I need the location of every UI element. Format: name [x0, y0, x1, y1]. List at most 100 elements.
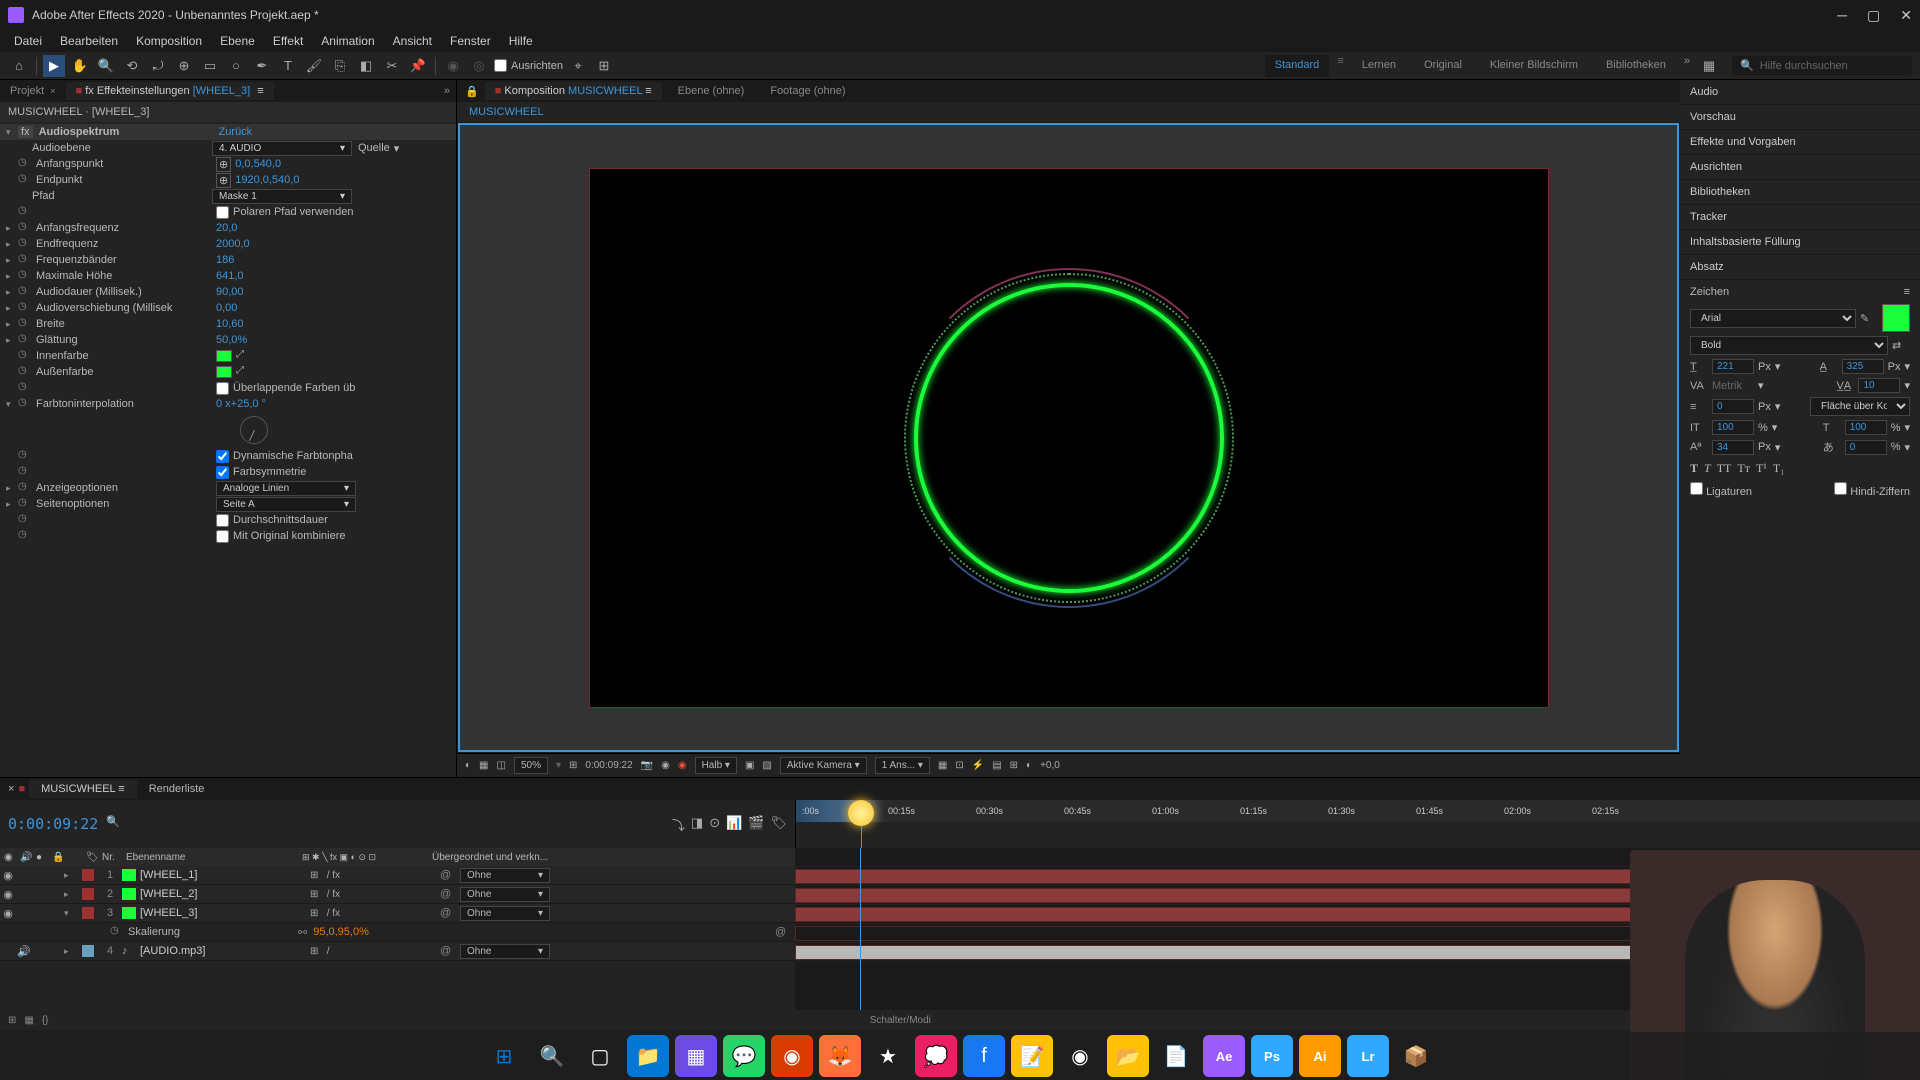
italic-button[interactable]: T: [1704, 461, 1711, 476]
pickwhip-icon[interactable]: @: [440, 888, 460, 900]
orbit-tool-icon[interactable]: ⟲: [121, 55, 143, 77]
zoom-tool-icon[interactable]: 🔍: [95, 55, 117, 77]
firefox-icon[interactable]: 🦊: [819, 1035, 861, 1077]
close-button[interactable]: ✕: [1900, 7, 1912, 24]
menu-datei[interactable]: Datei: [6, 32, 50, 50]
renderlist-tab[interactable]: Renderliste: [137, 780, 217, 798]
toggle-switches-icon[interactable]: ⊞: [8, 1015, 16, 1026]
timeline-search-icon[interactable]: 🔍: [106, 815, 124, 833]
stopwatch-icon[interactable]: ◷: [18, 205, 32, 219]
share-icon[interactable]: ▦: [938, 760, 947, 771]
menu-hilfe[interactable]: Hilfe: [501, 32, 541, 50]
stopwatch-icon[interactable]: ◷: [18, 253, 32, 267]
timeline-ruler[interactable]: :00s 00:15s 00:30s 00:45s 01:00s 01:15s …: [796, 800, 1920, 822]
show-snapshot-icon[interactable]: ◉: [661, 760, 670, 771]
width-value[interactable]: 10,60: [216, 318, 244, 330]
parent-dropdown[interactable]: Ohne▾: [460, 868, 550, 883]
aftereffects-icon[interactable]: Ae: [1203, 1035, 1245, 1077]
maximize-button[interactable]: ▢: [1867, 7, 1880, 24]
stopwatch-icon[interactable]: ◷: [18, 221, 32, 235]
folder-icon[interactable]: 📂: [1107, 1035, 1149, 1077]
preview-timecode[interactable]: 0:00:09:22: [585, 760, 632, 771]
pickwhip-icon[interactable]: @: [440, 907, 460, 919]
stopwatch-icon[interactable]: ◷: [18, 285, 32, 299]
app-icon[interactable]: 📦: [1395, 1035, 1437, 1077]
twirl-icon[interactable]: ▸: [6, 499, 18, 510]
workspace-biblio[interactable]: Bibliotheken: [1596, 55, 1676, 77]
obs-icon[interactable]: ◉: [1059, 1035, 1101, 1077]
clone-tool-icon[interactable]: ⎘: [329, 55, 351, 77]
menu-effekt[interactable]: Effekt: [265, 32, 311, 50]
stopwatch-icon[interactable]: ◷: [18, 333, 32, 347]
kerning-mode-dropdown[interactable]: Metrik: [1712, 380, 1754, 392]
twirl-icon[interactable]: ▸: [64, 889, 78, 900]
stopwatch-icon[interactable]: ◷: [18, 237, 32, 251]
scale-property-row[interactable]: ◷ Skalierung ⚯ 95,0,95,0% @: [0, 923, 795, 942]
workspace-menu-icon[interactable]: ▦: [1698, 55, 1720, 77]
menu-fenster[interactable]: Fenster: [442, 32, 499, 50]
scale-value[interactable]: 95,0,95,0%: [313, 926, 369, 938]
eyedropper-icon[interactable]: ⤢: [236, 365, 250, 379]
tl-lock-icon[interactable]: ×: [8, 783, 14, 795]
menu-animation[interactable]: Animation: [313, 32, 382, 50]
eyedropper-icon[interactable]: ✎: [1860, 312, 1878, 325]
twirl-icon[interactable]: ▸: [6, 223, 18, 234]
reset-link[interactable]: Zurück: [219, 126, 253, 138]
stopwatch-icon[interactable]: ◷: [110, 925, 124, 939]
link-icon[interactable]: ⚯: [298, 926, 307, 939]
crosshair-icon[interactable]: ⊕: [216, 173, 231, 188]
brush-tool-icon[interactable]: 🖌: [303, 55, 325, 77]
photoshop-icon[interactable]: Ps: [1251, 1035, 1293, 1077]
rotate-tool-icon[interactable]: ⤾: [147, 55, 169, 77]
bold-button[interactable]: T: [1690, 461, 1698, 476]
twirl-icon[interactable]: ▾: [6, 399, 18, 410]
resolution-dropdown[interactable]: Halb ▾: [695, 757, 737, 774]
switches-modes-label[interactable]: Schalter/Modi: [870, 1015, 931, 1026]
timeline-comp-tab[interactable]: MUSICWHEEL ≡: [29, 780, 137, 798]
workspace-standard[interactable]: Standard: [1265, 55, 1330, 77]
leading-input[interactable]: [1842, 359, 1884, 374]
composition-viewer[interactable]: [458, 123, 1679, 752]
app-icon[interactable]: ★: [867, 1035, 909, 1077]
path-dropdown[interactable]: Maske 1▾: [212, 189, 352, 204]
polar-path-checkbox[interactable]: [216, 206, 229, 219]
panel-bibliotheken[interactable]: Bibliotheken: [1680, 180, 1920, 205]
panel-inhalt[interactable]: Inhaltsbasierte Füllung: [1680, 230, 1920, 255]
audio-toggle[interactable]: 🔊: [16, 945, 32, 958]
stopwatch-icon[interactable]: ◷: [18, 497, 32, 511]
superscript-button[interactable]: T¹: [1756, 461, 1767, 476]
tl-frameblend-icon[interactable]: ◨: [691, 815, 703, 834]
panel-absatz[interactable]: Absatz: [1680, 255, 1920, 280]
comp-canvas[interactable]: [589, 168, 1549, 708]
workspace-original[interactable]: Original: [1414, 55, 1472, 77]
swap-color-icon[interactable]: ⇄: [1892, 339, 1910, 352]
twirl-icon[interactable]: ▸: [64, 946, 78, 957]
colorsym-checkbox[interactable]: [216, 466, 229, 479]
subscript-button[interactable]: T₁: [1773, 461, 1785, 476]
twirl-icon[interactable]: ▸: [64, 870, 78, 881]
hand-tool-icon[interactable]: ✋: [69, 55, 91, 77]
tl-marker-icon[interactable]: 🏷: [770, 815, 787, 834]
twirl-icon[interactable]: ▸: [6, 271, 18, 282]
menu-ebene[interactable]: Ebene: [212, 32, 263, 50]
search-icon[interactable]: 🔍: [531, 1035, 573, 1077]
toggle-modes-icon[interactable]: ▦: [24, 1015, 33, 1026]
stopwatch-icon[interactable]: ◷: [18, 381, 32, 395]
align-checkbox[interactable]: Ausrichten: [494, 59, 563, 72]
layer-row-1[interactable]: ◉ ▸ 1 [WHEEL_1] ⊞ / fx @ Ohne▾: [0, 866, 795, 885]
layer-row-3[interactable]: ◉ ▾ 3 [WHEEL_3] ⊞ / fx @ Ohne▾: [0, 904, 795, 923]
label-color[interactable]: [82, 869, 94, 881]
pixel-icon[interactable]: ⊡: [955, 760, 963, 771]
selection-tool-icon[interactable]: ▶: [43, 55, 65, 77]
mask-icon[interactable]: ◫: [497, 760, 506, 771]
panel-audio[interactable]: Audio: [1680, 80, 1920, 105]
whatsapp-icon[interactable]: 💬: [723, 1035, 765, 1077]
exposure-value[interactable]: +0,0: [1040, 760, 1060, 771]
startfreq-value[interactable]: 20,0: [216, 222, 237, 234]
audiooffset-value[interactable]: 0,00: [216, 302, 237, 314]
footage-tab[interactable]: Footage (ohne): [760, 82, 855, 100]
twirl-icon[interactable]: ▸: [6, 287, 18, 298]
effect-title[interactable]: Audiospektrum: [39, 126, 219, 138]
zoom-level[interactable]: 50%: [514, 757, 548, 774]
pickwhip-icon[interactable]: @: [440, 945, 460, 957]
